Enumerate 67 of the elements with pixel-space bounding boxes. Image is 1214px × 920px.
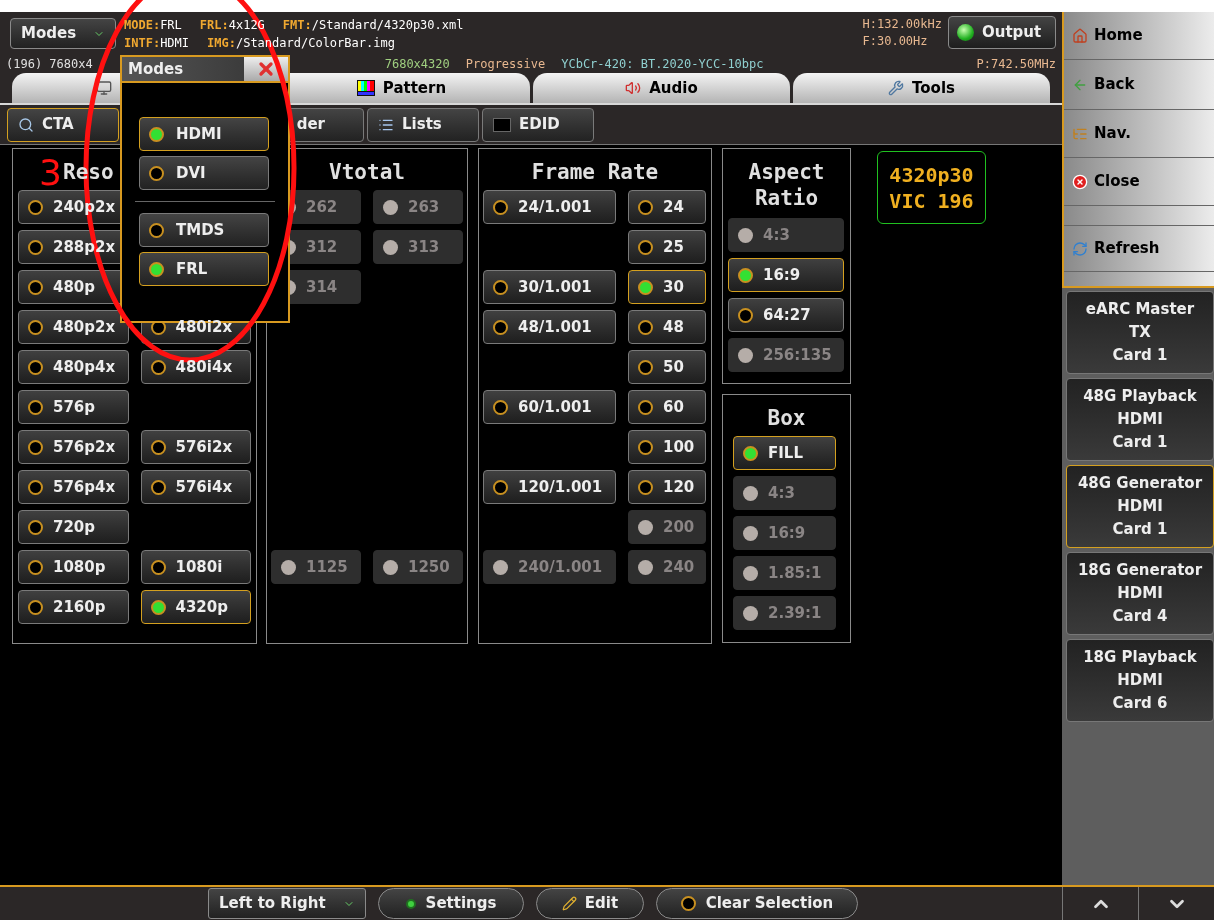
output-button[interactable]: Output [948, 16, 1056, 49]
option-button[interactable]: 576p4x [18, 470, 129, 504]
info-field: INTF:HDMI [124, 34, 190, 52]
popup-title: Modes [127, 58, 184, 80]
option-button[interactable]: 60 [628, 390, 706, 424]
annotation-number: 3 [39, 153, 62, 193]
subtab[interactable]: CTA [7, 107, 119, 142]
device-card[interactable]: 18G Playback HDMI Card 6 [1066, 639, 1214, 722]
option-button[interactable]: 1080i [140, 550, 251, 584]
device-card[interactable]: 48G Playback HDMI Card 1 [1066, 378, 1214, 461]
format-text: 7680x4320 [384, 55, 450, 73]
format-text: YCbCr-420: BT.2020-YCC-10bpc [561, 55, 764, 73]
device-card[interactable]: 18G Generator HDMI Card 4 [1066, 552, 1214, 635]
option-button[interactable]: 120/1.001 [483, 470, 616, 504]
subtab[interactable]: EDID [482, 107, 594, 142]
settings-button[interactable]: Settings [378, 888, 524, 919]
device-card[interactable]: eARC Master TX Card 1 [1066, 291, 1214, 374]
modes-dropdown[interactable]: Modes [10, 18, 116, 49]
option-button[interactable]: 120 [628, 470, 706, 504]
option-button[interactable]: 50 [628, 350, 706, 384]
option-button[interactable]: 2160p [18, 590, 129, 624]
edit-button[interactable]: Edit [536, 888, 644, 919]
option-button[interactable]: 4320p [140, 590, 251, 624]
option-button[interactable]: 30/1.001 [483, 270, 616, 304]
timing-text: F:30.00Hz [862, 33, 929, 50]
option-button[interactable]: 720p [18, 510, 129, 544]
mode-option[interactable]: TMDS [139, 213, 269, 247]
option-button[interactable]: 100 [628, 430, 706, 464]
pixel-clock-text: P:742.50MHz [976, 55, 1056, 73]
vic-text: 4320p30 [889, 161, 974, 188]
panel-title: Vtotal [329, 159, 405, 185]
option-button[interactable]: 64:27 [728, 298, 844, 332]
option-button[interactable]: 576i2x [140, 430, 251, 464]
device-card[interactable]: 48G Generator HDMI Card 1 [1066, 465, 1214, 548]
timing-text: H:132.00kHz [862, 16, 942, 33]
info-field: FMT:/Standard/4320p30.xml [282, 16, 464, 34]
option-button[interactable]: 480i4x [140, 350, 251, 384]
option-button[interactable]: 24 [628, 190, 706, 224]
option-button[interactable]: 480p4x [18, 350, 129, 384]
option-button[interactable]: 24/1.001 [483, 190, 616, 224]
panel-title: Aspect Ratio [747, 159, 826, 211]
mode-text: (196) 7680x4 [6, 55, 93, 73]
option-button[interactable]: 576p2x [18, 430, 129, 464]
mode-option[interactable]: FRL [139, 252, 269, 286]
mode-option[interactable]: HDMI [139, 117, 269, 151]
option-button[interactable]: 30 [628, 270, 706, 304]
subtab[interactable]: Lists [367, 107, 479, 142]
mode-option[interactable]: DVI [139, 156, 269, 190]
option-button[interactable]: 1080p [18, 550, 129, 584]
panel-title: Frame Rate [531, 159, 659, 185]
option-button[interactable]: 25 [628, 230, 706, 264]
option-button[interactable]: 16:9 [728, 258, 844, 292]
option-button[interactable]: 60/1.001 [483, 390, 616, 424]
option-button[interactable]: 48/1.001 [483, 310, 616, 344]
vic-text: VIC 196 [889, 187, 974, 214]
option-button[interactable]: 576p [18, 390, 129, 424]
option-button[interactable]: FILL [733, 436, 836, 470]
format-text: Progressive [465, 55, 546, 73]
panel-title: Box [767, 405, 806, 431]
option-button[interactable]: 48 [628, 310, 706, 344]
tab[interactable]: Tools [793, 73, 1050, 103]
info-field: MODE:FRL [124, 16, 182, 34]
option-button[interactable]: 576i4x [140, 470, 251, 504]
tab[interactable]: Audio [533, 73, 790, 103]
option-button[interactable]: 480p2x [18, 310, 129, 344]
direction-dropdown[interactable]: Left to Right [208, 888, 366, 919]
clear-selection-button[interactable]: Clear Selection [656, 888, 858, 919]
